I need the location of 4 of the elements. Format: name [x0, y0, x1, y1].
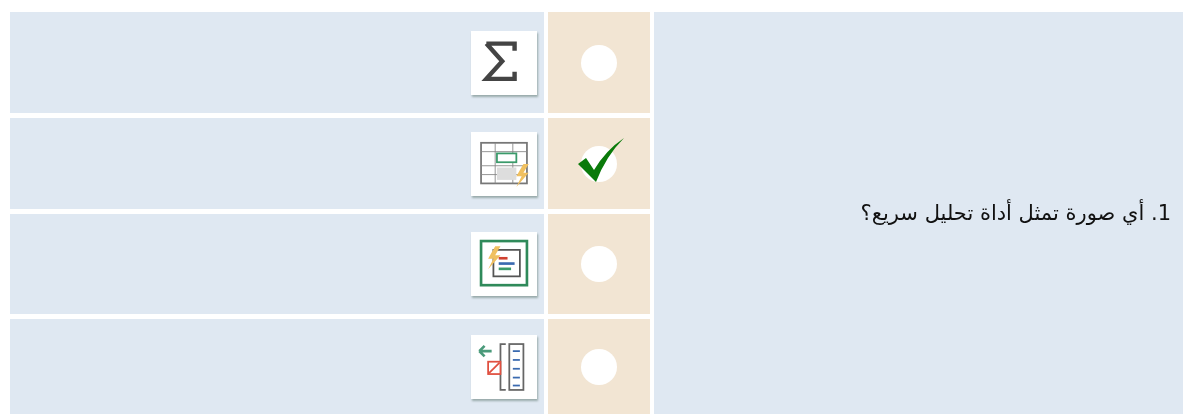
radio-button[interactable]	[581, 348, 617, 385]
radio-button[interactable]	[581, 246, 617, 282]
question-text: 1. أي صورة تمثل أداة تحليل سريع؟	[860, 201, 1171, 225]
radio-button[interactable]	[581, 44, 617, 81]
